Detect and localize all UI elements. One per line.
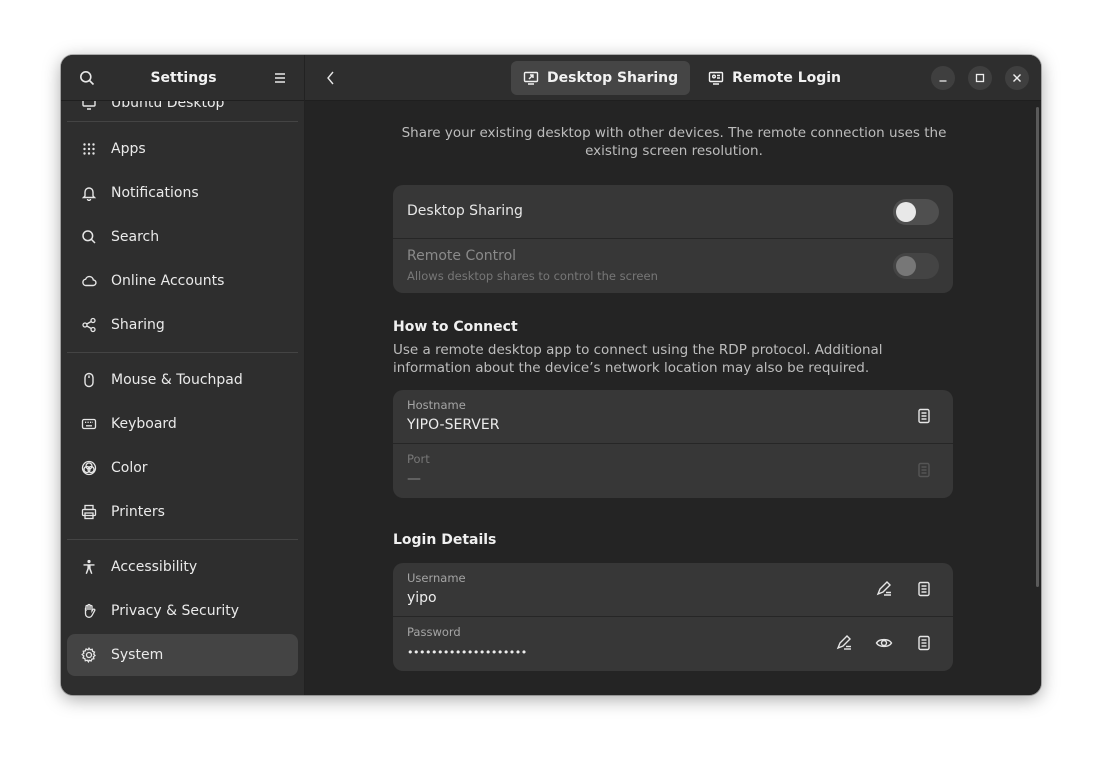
password-value: •••••••••••••••••••• xyxy=(407,646,527,659)
hostname-row: Hostname YIPO-SERVER xyxy=(393,390,953,444)
port-row: Port — xyxy=(393,444,953,498)
desktop-sharing-icon xyxy=(523,70,539,86)
maximize-icon[interactable] xyxy=(968,66,992,90)
eye-icon[interactable] xyxy=(875,634,893,652)
color-icon xyxy=(81,460,97,476)
row-caption: Username xyxy=(407,571,466,585)
copy-icon[interactable] xyxy=(915,634,933,652)
search-icon xyxy=(81,229,97,245)
port-value: — xyxy=(407,471,421,487)
copy-icon[interactable] xyxy=(915,580,933,598)
settings-window: Settings Ubuntu Desktop Apps Notificatio… xyxy=(61,55,1041,695)
bell-icon xyxy=(81,185,97,201)
sidebar-item-privacy-security[interactable]: Privacy & Security xyxy=(67,590,298,632)
sidebar-item-notifications[interactable]: Notifications xyxy=(67,172,298,214)
username-value: yipo xyxy=(407,590,437,606)
login-details-title: Login Details xyxy=(393,532,497,548)
tab-label: Remote Login xyxy=(732,70,842,86)
tab-desktop-sharing[interactable]: Desktop Sharing xyxy=(511,61,691,95)
mouse-icon xyxy=(81,372,97,388)
remote-control-switch[interactable] xyxy=(893,253,939,279)
monitor-icon xyxy=(81,101,97,111)
sidebar-title: Settings xyxy=(150,69,217,86)
remote-control-row[interactable]: Remote Control Allows desktop shares to … xyxy=(393,239,953,293)
edit-icon[interactable] xyxy=(835,634,853,652)
how-to-connect-description: Use a remote desktop app to connect usin… xyxy=(393,342,883,376)
row-label: Desktop Sharing xyxy=(407,203,523,219)
sidebar-header: Settings xyxy=(61,55,304,101)
sidebar-item-label: Sharing xyxy=(111,317,165,333)
sidebar-item-ubuntu-desktop[interactable]: Ubuntu Desktop xyxy=(67,101,298,115)
sidebar-item-mouse-touchpad[interactable]: Mouse & Touchpad xyxy=(67,359,298,401)
sidebar-item-label: Online Accounts xyxy=(111,273,225,289)
sidebar-item-keyboard[interactable]: Keyboard xyxy=(67,403,298,445)
desktop-sharing-switch[interactable] xyxy=(893,199,939,225)
edit-icon[interactable] xyxy=(875,580,893,598)
desktop-sharing-page: Share your existing desktop with other d… xyxy=(305,101,1041,695)
keyboard-icon xyxy=(81,416,97,432)
hamburger-menu-icon[interactable] xyxy=(270,68,290,88)
header-bar: Desktop Sharing Remote Login xyxy=(305,55,1041,101)
sidebar-item-label: Printers xyxy=(111,504,165,520)
sidebar-item-apps[interactable]: Apps xyxy=(67,128,298,170)
view-switcher: Desktop Sharing Remote Login xyxy=(511,61,853,95)
sidebar-separator xyxy=(67,121,298,122)
connection-card: Hostname YIPO-SERVER Port — xyxy=(393,390,953,498)
share-icon xyxy=(81,317,97,333)
main-panel: Desktop Sharing Remote Login Share your … xyxy=(305,55,1041,695)
sidebar-item-sharing[interactable]: Sharing xyxy=(67,304,298,346)
sidebar-item-label: Privacy & Security xyxy=(111,603,239,619)
cloud-icon xyxy=(81,273,97,289)
gear-icon xyxy=(81,647,97,663)
login-card: Username yipo Password •••••••••••••••••… xyxy=(393,563,953,671)
sidebar-item-label: Ubuntu Desktop xyxy=(111,101,225,111)
accessibility-icon xyxy=(81,559,97,575)
row-sublabel: Allows desktop shares to control the scr… xyxy=(407,269,658,283)
tab-label: Desktop Sharing xyxy=(547,70,679,86)
copy-icon[interactable] xyxy=(915,407,933,425)
vertical-scrollbar[interactable] xyxy=(1036,107,1039,587)
sidebar-item-label: Notifications xyxy=(111,185,199,201)
row-caption: Password xyxy=(407,625,461,639)
page-description: Share your existing desktop with other d… xyxy=(401,125,947,159)
back-chevron-icon[interactable] xyxy=(321,68,341,88)
sidebar-list: Ubuntu Desktop Apps Notifications Search… xyxy=(61,101,304,695)
sidebar-item-label: Search xyxy=(111,229,160,245)
sidebar-item-label: Accessibility xyxy=(111,559,198,575)
sidebar-item-system[interactable]: System xyxy=(67,634,298,676)
sidebar: Settings Ubuntu Desktop Apps Notificatio… xyxy=(61,55,305,695)
sidebar-item-online-accounts[interactable]: Online Accounts xyxy=(67,260,298,302)
sidebar-item-label: Mouse & Touchpad xyxy=(111,372,243,388)
sharing-card: Desktop Sharing Remote Control Allows de… xyxy=(393,185,953,293)
row-label: Remote Control xyxy=(407,248,517,264)
sidebar-item-label: Apps xyxy=(111,141,146,157)
sidebar-item-label: Keyboard xyxy=(111,416,177,432)
sidebar-item-color[interactable]: Color xyxy=(67,447,298,489)
tab-remote-login[interactable]: Remote Login xyxy=(696,61,853,95)
hand-icon xyxy=(81,603,97,619)
remote-login-icon xyxy=(708,70,724,86)
sidebar-separator xyxy=(67,352,298,353)
printer-icon xyxy=(81,504,97,520)
window-controls xyxy=(931,66,1029,90)
sidebar-item-label: Color xyxy=(111,460,148,476)
search-icon[interactable] xyxy=(77,68,97,88)
sidebar-item-printers[interactable]: Printers xyxy=(67,491,298,533)
row-caption: Port xyxy=(407,452,430,466)
close-icon[interactable] xyxy=(1005,66,1029,90)
how-to-connect-title: How to Connect xyxy=(393,319,518,335)
copy-icon xyxy=(915,461,933,479)
hostname-value: YIPO-SERVER xyxy=(407,417,500,433)
row-caption: Hostname xyxy=(407,398,466,412)
desktop-sharing-row[interactable]: Desktop Sharing xyxy=(393,185,953,239)
sidebar-item-search[interactable]: Search xyxy=(67,216,298,258)
apps-grid-icon xyxy=(81,141,97,157)
minimize-icon[interactable] xyxy=(931,66,955,90)
sidebar-item-accessibility[interactable]: Accessibility xyxy=(67,546,298,588)
sidebar-separator xyxy=(67,539,298,540)
username-row: Username yipo xyxy=(393,563,953,617)
sidebar-item-label: System xyxy=(111,647,164,663)
password-row: Password •••••••••••••••••••• xyxy=(393,617,953,671)
